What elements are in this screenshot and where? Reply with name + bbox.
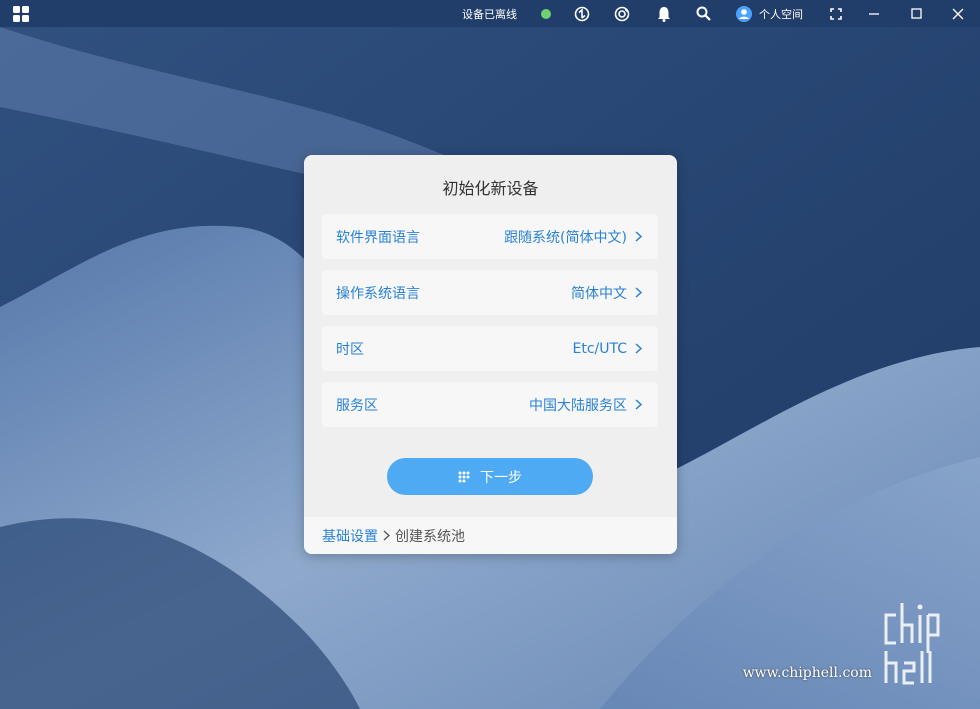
setting-value: Etc/UTC [572, 341, 642, 357]
setting-value-text: 中国大陆服务区 [529, 397, 627, 414]
setting-value: 跟随系统(简体中文) [504, 227, 642, 247]
device-status-text: 设备已离线 [462, 7, 517, 21]
fullscreen-icon[interactable] [826, 0, 846, 27]
chevron-right-icon [635, 231, 642, 242]
setting-value: 中国大陆服务区 [529, 395, 642, 415]
setting-label: 服务区 [336, 397, 378, 414]
setting-label: 软件界面语言 [336, 229, 420, 246]
personal-space-label[interactable]: 个人空间 [759, 0, 803, 27]
bell-icon[interactable] [654, 0, 674, 27]
setting-label: 操作系统语言 [336, 285, 420, 302]
chiphell-logo-icon [884, 603, 940, 685]
minimize-icon[interactable] [864, 0, 884, 27]
status-dot-icon [541, 0, 551, 27]
setting-value: 简体中文 [571, 283, 642, 303]
watermark-site-text: www.chiphell.com [742, 665, 872, 681]
user-icon[interactable] [734, 0, 754, 27]
sync-icon[interactable] [572, 0, 592, 27]
setting-row-timezone[interactable]: 时区 Etc/UTC [322, 326, 658, 371]
breadcrumb-current: 创建系统池 [395, 528, 465, 545]
chevron-right-icon [635, 287, 642, 298]
chevron-right-icon [635, 343, 642, 354]
init-device-dialog: 初始化新设备 软件界面语言 跟随系统(简体中文) 操作系统语言 简体中文 时区 … [304, 155, 677, 554]
chevron-right-icon [383, 530, 390, 541]
chiphell-watermark: www.chiphell.com [743, 595, 968, 690]
breadcrumb-link-basic-settings[interactable]: 基础设置 [322, 526, 378, 546]
next-step-label: 下一步 [480, 468, 522, 485]
search-icon[interactable] [693, 0, 713, 27]
apps-grid-icon[interactable] [12, 0, 32, 27]
setting-value-text: Etc/UTC [572, 340, 627, 357]
setting-row-service-region[interactable]: 服务区 中国大陆服务区 [322, 382, 658, 427]
close-icon[interactable] [948, 0, 968, 27]
maximize-icon[interactable] [906, 0, 926, 27]
next-step-button[interactable]: 下一步 [387, 458, 593, 495]
title-bar: 设备已离线 个人空间 [0, 0, 980, 27]
setting-row-ui-language[interactable]: 软件界面语言 跟随系统(简体中文) [322, 214, 658, 259]
dots-icon [458, 471, 470, 483]
setting-label: 时区 [336, 341, 364, 358]
refresh-icon[interactable] [612, 0, 632, 27]
breadcrumb: 基础设置 创建系统池 [304, 517, 677, 554]
dialog-title: 初始化新设备 [442, 179, 539, 198]
chevron-right-icon [635, 399, 642, 410]
setting-value-text: 简体中文 [571, 285, 627, 302]
setting-value-text: 跟随系统(简体中文) [504, 229, 627, 246]
setting-row-os-language[interactable]: 操作系统语言 简体中文 [322, 270, 658, 315]
